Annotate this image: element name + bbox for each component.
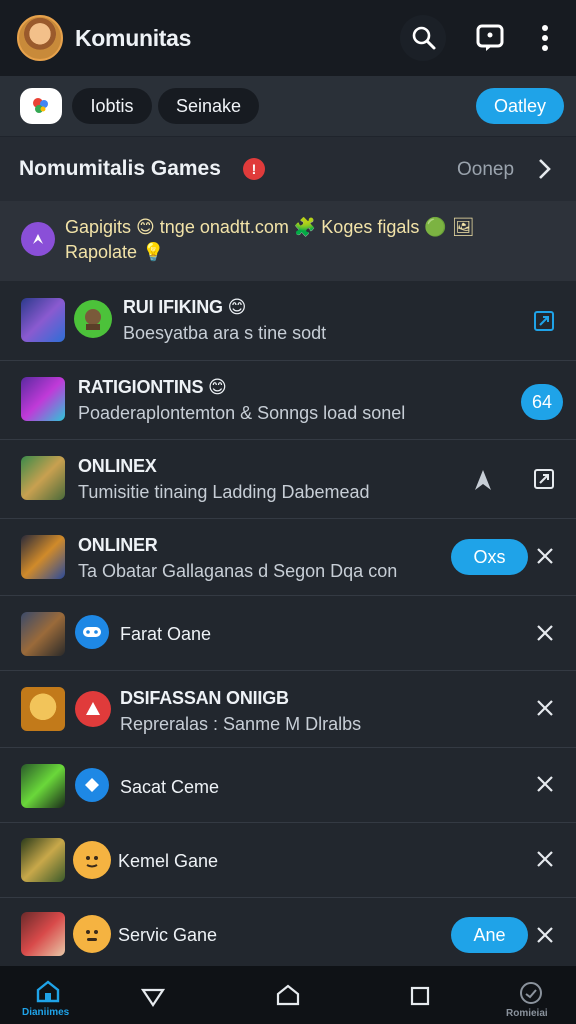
home-tab-label[interactable]: Dianiimes	[22, 1007, 69, 1018]
close-icon[interactable]	[534, 773, 556, 795]
emoji-face-icon	[73, 915, 111, 953]
row-subtitle: Repreralas : Sanme M Dlralbs	[120, 714, 362, 734]
game-thumbnail	[21, 456, 65, 500]
alert-icon	[75, 691, 111, 727]
game-thumbnail	[21, 764, 65, 808]
filter-chip-active[interactable]: Oatley	[476, 88, 564, 124]
more-vertical-icon[interactable]	[535, 22, 555, 54]
game-thumbnail	[21, 535, 65, 579]
avatar	[74, 300, 112, 338]
send-icon[interactable]	[472, 468, 494, 492]
back-triangle-icon[interactable]	[139, 985, 167, 1009]
row-title: ONLINEX	[78, 456, 157, 476]
close-icon[interactable]	[534, 622, 556, 644]
game-thumbnail	[21, 298, 65, 342]
notice-line-2: Rapolate 💡	[65, 242, 165, 262]
row-title: ONLINER	[78, 535, 158, 555]
row-action-button[interactable]: 64	[521, 384, 563, 420]
row-subtitle: Ta Obatar Gallaganas d Segon Dqa con	[78, 561, 398, 581]
recent-apps-icon[interactable]	[408, 984, 432, 1008]
home-tab-icon[interactable]	[34, 978, 62, 1004]
google-app-icon[interactable]	[20, 88, 62, 124]
app-title: Komunitas	[75, 25, 192, 51]
profile-tab-label[interactable]: Romieiai	[506, 1008, 548, 1019]
section-more-link[interactable]: Oonep	[457, 159, 514, 181]
row-title: Servic Gane	[118, 925, 218, 945]
notice-line-1: Gapigits 😊 tnge onadtt.com 🧩 Koges figal…	[65, 217, 475, 237]
chevron-right-icon[interactable]	[536, 157, 554, 186]
row-title: RATIGIONTINS 😊	[78, 377, 227, 397]
row-title: Kemel Gane	[118, 851, 219, 871]
close-icon[interactable]	[534, 697, 556, 719]
game-thumbnail	[21, 687, 65, 731]
row-title: DSIFASSAN ONIIGB	[120, 688, 289, 708]
close-icon[interactable]	[534, 848, 556, 870]
external-link-icon[interactable]	[531, 308, 557, 334]
row-title: Sacat Ceme	[120, 777, 220, 797]
notice-banner	[0, 201, 576, 281]
search-icon[interactable]	[410, 24, 438, 52]
close-icon[interactable]	[534, 924, 556, 946]
game-thumbnail	[21, 377, 65, 421]
row-subtitle: Boesyatba ara s tine sodt	[123, 323, 327, 343]
chat-icon[interactable]	[475, 23, 505, 53]
row-action-button[interactable]: Oxs	[451, 539, 528, 575]
row-subtitle: Tumisitie tinaing Ladding Dabemead	[78, 482, 370, 502]
row-subtitle: Poaderaplontemton & Sonngs load sonel	[78, 403, 406, 423]
home-button-icon[interactable]	[273, 981, 303, 1009]
filter-chip-2[interactable]: Seinake	[158, 88, 259, 124]
emoji-face-icon	[73, 841, 111, 879]
game-controller-icon	[75, 768, 109, 802]
game-controller-icon	[75, 615, 109, 649]
game-thumbnail	[21, 912, 65, 956]
row-title: Farat Oane	[120, 624, 212, 644]
close-icon[interactable]	[534, 545, 556, 567]
game-thumbnail	[21, 838, 65, 882]
section-alert-badge: !	[243, 158, 265, 180]
external-link-icon[interactable]	[531, 466, 557, 492]
profile-tab-icon[interactable]	[517, 980, 545, 1006]
row-action-button[interactable]: Ane	[451, 917, 528, 953]
row-title: RUI IFIKING 😊	[123, 297, 247, 317]
profile-avatar[interactable]	[17, 15, 63, 61]
filter-chip-1[interactable]: Iobtis	[72, 88, 152, 124]
list-item[interactable]	[0, 361, 576, 440]
section-title: Nomumitalis Games	[19, 157, 221, 180]
pin-icon	[21, 222, 55, 256]
game-thumbnail	[21, 612, 65, 656]
